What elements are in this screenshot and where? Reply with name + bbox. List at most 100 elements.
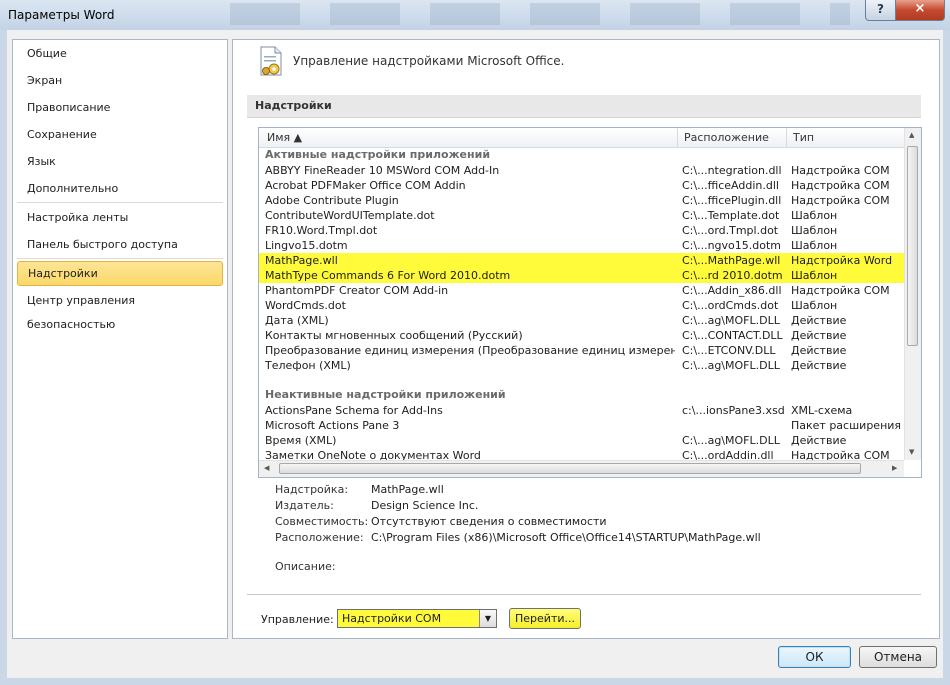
addin-location: c:\...ionsPane3.xsd [682,404,785,417]
addin-name: Lingvo15.dotm [265,239,348,252]
list-item[interactable]: Телефон (XML) C:\...ag\MOFL.DLL Действие [259,358,904,373]
nav-item-general[interactable]: Общие [17,42,223,66]
addin-type: Шаблон [791,224,838,237]
addin-location: C:\...fficeAddin.dll [682,179,779,192]
list-item[interactable]: Контакты мгновенных сообщений (Русский) … [259,328,904,343]
manage-dropdown[interactable]: Надстройки COM ▼ [337,609,497,628]
list-item[interactable]: Microsoft Actions Pane 3 Пакет расширени… [259,418,904,433]
addin-type: Надстройка Word [791,254,893,267]
addin-location: C:\...CONTACT.DLL [682,329,783,342]
addin-name: Время (XML) [265,434,337,447]
vertical-scroll-thumb[interactable] [907,146,918,346]
addins-list[interactable]: Имя ▲ Расположение Тип Активные надстрой… [258,127,922,478]
addin-type: Действие [791,329,847,342]
nav-item-proofing[interactable]: Правописание [17,96,223,120]
list-item[interactable]: WordCmds.dot C:\...ordCmds.dot Шаблон [259,298,904,313]
addin-type: Действие [791,434,847,447]
nav-separator [17,202,223,203]
section-header: Надстройки [247,95,921,118]
column-divider[interactable] [677,128,678,147]
help-icon: ? [877,2,884,16]
addin-location: C:\...ag\MOFL.DLL [682,434,780,447]
nav-item-addins[interactable]: Надстройки [17,261,223,286]
list-item[interactable]: Заметки OneNote о документах Word C:\...… [259,448,904,460]
addin-type: Шаблон [791,239,838,252]
column-divider[interactable] [786,128,787,147]
list-item[interactable]: Дата (XML) C:\...ag\MOFL.DLL Действие [259,313,904,328]
addins-icon [260,46,282,76]
addin-name: ABBYY FineReader 10 MSWord COM Add-In [265,164,500,177]
nav-item-advanced[interactable]: Дополнительно [17,177,223,201]
ok-button[interactable]: ОК [778,646,851,668]
list-item[interactable]: Adobe Contribute Plugin C:\...fficePlugi… [259,193,904,208]
nav-item-trust-center[interactable]: Центр управления безопасностью [17,289,223,331]
addin-name: MathType Commands 6 For Word 2010.dotm [265,269,511,282]
vertical-scrollbar[interactable]: ▲ ▼ [904,128,921,460]
addin-type: Действие [791,314,847,327]
list-item-selected[interactable]: MathPage.wll C:\...MathPage.wll Надстрой… [259,253,904,268]
list-item[interactable]: ContributeWordUITemplate.dot C:\...Templ… [259,208,904,223]
addin-location: C:\...MathPage.wll [682,254,781,267]
detail-location-label: Расположение: [275,531,364,544]
page-title: Управление надстройками Microsoft Office… [293,54,565,68]
list-item-highlighted[interactable]: MathType Commands 6 For Word 2010.dotm C… [259,268,904,283]
nav-item-save[interactable]: Сохранение [17,123,223,147]
horizontal-scroll-thumb[interactable] [279,463,861,474]
addins-panel: Управление надстройками Microsoft Office… [232,39,940,639]
addin-location: C:\...ag\MOFL.DLL [682,314,780,327]
detail-location-value: C:\Program Files (x86)\Microsoft Office\… [371,531,761,544]
list-item[interactable]: Преобразование единиц измерения (Преобра… [259,343,904,358]
addin-name: Заметки OneNote о документах Word [265,449,481,460]
close-button[interactable]: × [895,0,945,21]
addin-name: Adobe Contribute Plugin [265,194,399,207]
dropdown-arrow-icon[interactable]: ▼ [479,610,496,627]
column-header-location[interactable]: Расположение [684,131,769,144]
nav-item-customize-ribbon[interactable]: Настройка ленты [17,206,223,230]
options-nav: Общие Экран Правописание Сохранение Язык… [12,39,228,639]
list-item[interactable]: Lingvo15.dotm C:\...ngvo15.dotm Шаблон [259,238,904,253]
addin-type: Действие [791,359,847,372]
addin-name: FR10.Word.Tmpl.dot [265,224,378,237]
list-header: Имя ▲ Расположение Тип [259,128,904,148]
detail-addin-value: MathPage.wll [371,483,444,496]
cancel-button[interactable]: Отмена [859,646,937,668]
nav-item-display[interactable]: Экран [17,69,223,93]
scroll-left-icon[interactable]: ◀ [264,464,269,472]
horizontal-scrollbar[interactable]: ◀ ▶ [259,460,904,477]
list-item[interactable]: ABBYY FineReader 10 MSWord COM Add-In C:… [259,163,904,178]
scroll-up-icon[interactable]: ▲ [909,131,914,139]
addin-type: Надстройка COM [791,194,890,207]
addin-name: Дата (XML) [265,314,329,327]
list-item[interactable]: Время (XML) C:\...ag\MOFL.DLL Действие [259,433,904,448]
nav-item-language[interactable]: Язык [17,150,223,174]
list-item[interactable]: PhantomPDF Creator COM Add-in C:\...Addi… [259,283,904,298]
detail-publisher-value: Design Science Inc. [371,499,479,512]
column-header-type[interactable]: Тип [793,131,814,144]
addin-name: Телефон (XML) [265,359,351,372]
addin-location: C:\...ntegration.dll [682,164,782,177]
addin-name: Преобразование единиц измерения (Преобра… [265,344,675,357]
addin-location: C:\...ag\MOFL.DLL [682,359,780,372]
detail-publisher-label: Издатель: [275,499,334,512]
column-header-name[interactable]: Имя ▲ [267,131,302,144]
addin-location: C:\...ordCmds.dot [682,299,779,312]
list-item[interactable]: FR10.Word.Tmpl.dot C:\...ord.Tmpl.dot Ша… [259,223,904,238]
addin-location: C:\...ordAddin.dll [682,449,774,460]
help-button[interactable]: ? [865,0,896,21]
go-button[interactable]: Перейти... [509,608,581,629]
addin-type: Действие [791,344,847,357]
addin-type: XML-схема [791,404,853,417]
list-item[interactable]: Acrobat PDFMaker Office COM Addin C:\...… [259,178,904,193]
addin-name: Контакты мгновенных сообщений (Русский) [265,329,523,342]
scroll-right-icon[interactable]: ▶ [892,464,897,472]
addin-location: C:\...Addin_x86.dll [682,284,782,297]
list-item[interactable]: ActionsPane Schema for Add-Ins c:\...ion… [259,403,904,418]
addin-location: C:\...fficePlugin.dll [682,194,782,207]
close-icon: × [914,1,926,16]
scroll-down-icon[interactable]: ▼ [909,448,914,456]
addin-type: Надстройка COM [791,179,890,192]
nav-item-quick-access[interactable]: Панель быстрого доступа [17,233,223,257]
addin-type: Шаблон [791,299,838,312]
addin-location: C:\...Template.dot [682,209,780,222]
addin-type: Надстройка COM [791,449,890,460]
